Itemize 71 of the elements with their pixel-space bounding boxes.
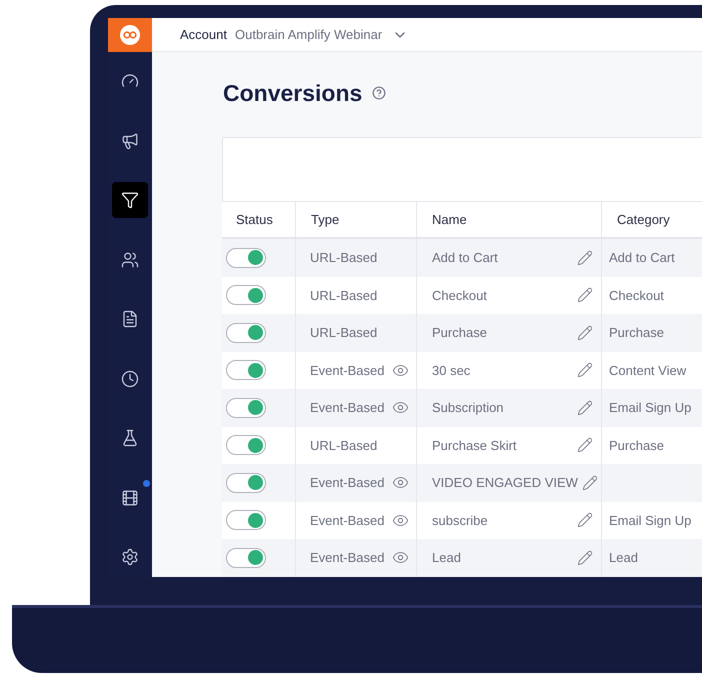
users-icon [121, 250, 139, 268]
document-icon [121, 310, 139, 328]
edit-icon[interactable] [577, 287, 593, 304]
help-icon[interactable] [372, 86, 386, 100]
table-cell-text: URL-Based [310, 324, 378, 342]
toggle-knob [248, 438, 263, 453]
table-cell-text: Purchase [609, 324, 664, 342]
table-cell-text: VIDEO ENGAGED VIEW [432, 474, 578, 492]
toggle-switch[interactable] [226, 360, 266, 380]
table-cell-text: Event-Based [310, 474, 384, 492]
table-cell-text: Content View [609, 362, 686, 380]
toggle-knob [248, 362, 263, 378]
edit-icon[interactable] [577, 400, 593, 416]
edit-icon[interactable] [577, 437, 593, 454]
table-cell-text: Event-Based [310, 512, 384, 530]
megaphone-icon [121, 132, 139, 150]
toggle-knob [248, 250, 263, 266]
toggle-switch[interactable] [226, 472, 266, 493]
table-cell-text: Add to Cart [609, 249, 675, 267]
toggle-knob [248, 550, 263, 566]
toggle-switch[interactable] [226, 510, 266, 530]
funnel-icon [121, 191, 139, 209]
toggle-knob [248, 325, 263, 340]
toggle-knob [248, 288, 263, 303]
table-cell-text: Checkout [609, 286, 664, 304]
column-header: Name [417, 202, 602, 237]
table-cell-text: 30 sec [432, 362, 470, 380]
edit-icon[interactable] [582, 474, 598, 491]
edit-icon[interactable] [577, 250, 593, 266]
toggle-switch[interactable] [226, 435, 266, 456]
toggle-switch[interactable] [226, 398, 266, 418]
table-cell-text: URL-Based [310, 286, 378, 304]
edit-icon[interactable] [577, 512, 593, 528]
table-cell-text: Lead [609, 549, 638, 567]
account-dropdown[interactable]: Outbrain Amplify Webinar [234, 24, 408, 44]
table-cell-text: subscribe [432, 512, 488, 530]
flask-icon [121, 429, 139, 447]
toggle-switch[interactable] [226, 285, 266, 306]
toggle-switch[interactable] [226, 248, 266, 268]
table-cell-text: Add to Cart [432, 249, 498, 267]
toggle-knob [248, 400, 263, 416]
account-label: Account [180, 26, 227, 44]
film-icon [121, 488, 139, 506]
table-cell-text: Subscription [432, 399, 504, 417]
column-header: Type [296, 202, 417, 237]
table-cell-text: Checkout [432, 286, 487, 304]
toggle-knob [248, 475, 263, 490]
table-cell-text: Purchase Skirt [432, 436, 517, 454]
table-cell-text: Event-Based [310, 399, 384, 417]
sidebar-item[interactable] [112, 182, 148, 218]
settings-icon [121, 548, 139, 566]
table-cell-text: Email Sign Up [609, 399, 692, 417]
table-cell-text: URL-Based [310, 249, 378, 267]
toggle-switch[interactable] [226, 548, 266, 568]
table-cell-text: Purchase [432, 324, 487, 342]
table-cell-text: Lead [432, 549, 461, 567]
clock-icon [121, 370, 139, 388]
table-cell-text: Email Sign Up [609, 512, 692, 530]
table-cell-text: Purchase [609, 436, 664, 454]
toggle-knob [248, 512, 263, 528]
column-header: Category [616, 210, 671, 229]
table-cell-text: Event-Based [310, 549, 384, 567]
toggle-switch[interactable] [226, 322, 266, 343]
edit-icon[interactable] [577, 324, 593, 341]
page-title: Conversions [223, 78, 362, 108]
table-cell-text: URL-Based [310, 436, 378, 454]
edit-icon[interactable] [577, 550, 593, 566]
gauge-icon [121, 72, 139, 90]
edit-icon[interactable] [577, 362, 593, 378]
column-header: Status [222, 202, 296, 237]
table-cell-text: Event-Based [310, 362, 384, 380]
